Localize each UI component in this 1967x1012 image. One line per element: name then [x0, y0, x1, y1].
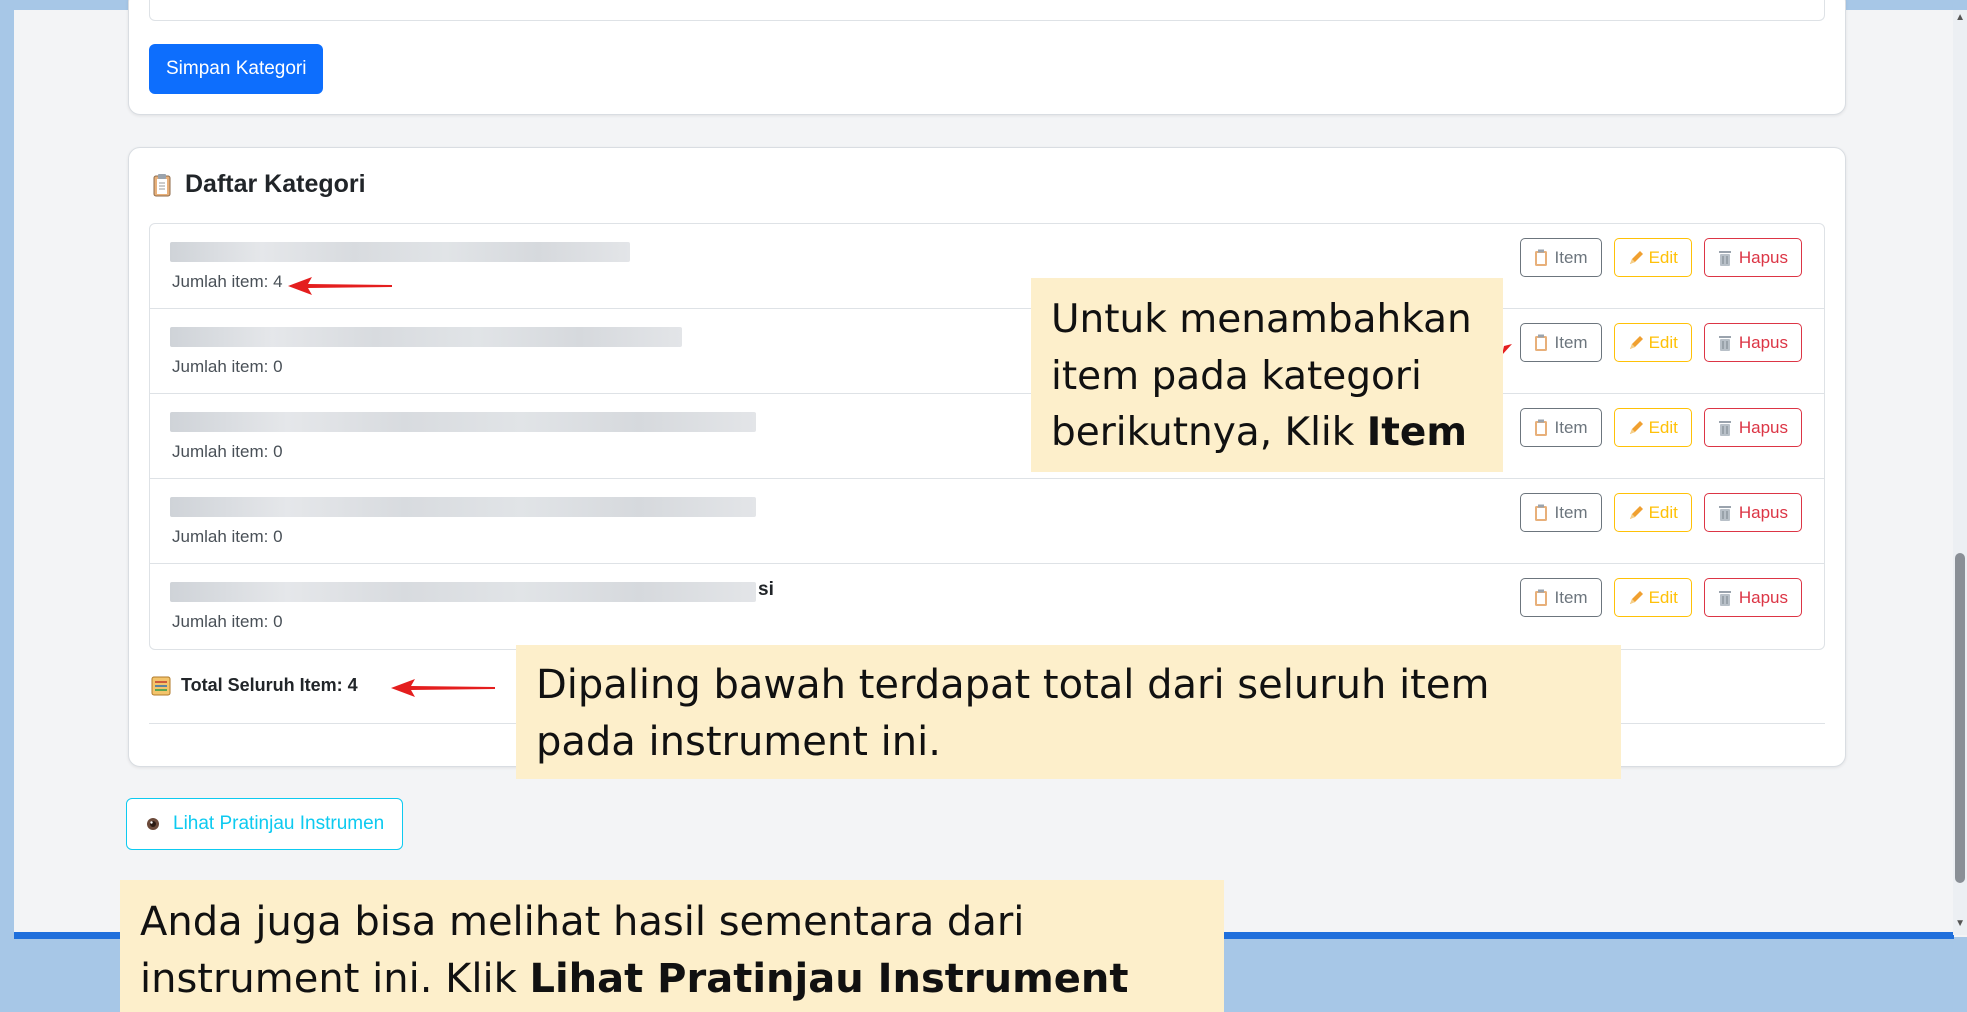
edit-button[interactable]: Edit — [1613, 238, 1692, 277]
list-title: Daftar Kategori — [185, 170, 366, 198]
list-item: Jumlah item: 0 Item Edit Hapus — [150, 479, 1824, 564]
clipboard-icon — [1534, 589, 1548, 607]
item-count: Jumlah item: 0 — [172, 442, 283, 461]
clipboard-icon — [1534, 249, 1548, 267]
list-item: si Jumlah item: 0 Item Edit Hapus — [150, 564, 1824, 649]
edit-button[interactable]: Edit — [1613, 493, 1692, 532]
item-button[interactable]: Item — [1519, 238, 1602, 277]
arrow-icon — [288, 277, 392, 295]
delete-button[interactable]: Hapus — [1703, 408, 1802, 447]
delete-button[interactable]: Hapus — [1703, 323, 1802, 362]
item-count: Jumlah item: 0 — [172, 527, 283, 546]
list-item: Jumlah item: 0 Item Edit Hapus — [150, 394, 1824, 479]
annotation-item-hint: Untuk menambahkan item pada kategori ber… — [1031, 278, 1503, 472]
trash-icon — [1718, 589, 1732, 607]
redacted-category-name — [170, 497, 756, 517]
list-item: Jumlah item: 4 Item Edit Hapus — [150, 224, 1824, 309]
item-count: Jumlah item: 0 — [172, 357, 283, 376]
redacted-category-name — [170, 242, 630, 262]
total-items: Total Seluruh Item: 4 — [151, 675, 358, 696]
delete-button[interactable]: Hapus — [1703, 578, 1802, 617]
pencil-icon — [1628, 249, 1643, 267]
pencil-icon — [1628, 419, 1643, 437]
pencil-icon — [1628, 589, 1643, 607]
clipboard-icon — [1534, 419, 1548, 437]
list-item: Jumlah item: 0 Item Edit Hapus — [150, 309, 1824, 394]
clipboard-icon — [1534, 334, 1548, 352]
edit-button[interactable]: Edit — [1613, 408, 1692, 447]
ledger-icon — [151, 676, 171, 696]
category-list: Jumlah item: 4 Item Edit Hapus Jumlah it… — [149, 223, 1825, 650]
edit-button[interactable]: Edit — [1613, 323, 1692, 362]
row-actions: Item Edit Hapus — [1519, 323, 1802, 362]
eye-icon — [145, 816, 161, 832]
item-count: Jumlah item: 4 — [172, 272, 283, 291]
delete-button[interactable]: Hapus — [1703, 238, 1802, 277]
annotation-preview-hint: Anda juga bisa melihat hasil sementara d… — [120, 880, 1224, 1012]
clipboard-icon — [1534, 504, 1548, 522]
pencil-icon — [1628, 504, 1643, 522]
row-actions: Item Edit Hapus — [1519, 578, 1802, 617]
preview-label: Lihat Pratinjau Instrumen — [173, 813, 385, 834]
edit-button[interactable]: Edit — [1613, 578, 1692, 617]
scroll-up-icon[interactable]: ▲ — [1955, 12, 1965, 23]
list-heading: Daftar Kategori — [153, 170, 366, 199]
trash-icon — [1718, 334, 1732, 352]
trash-icon — [1718, 419, 1732, 437]
scrollbar-thumb[interactable] — [1955, 553, 1965, 883]
save-category-button[interactable]: Simpan Kategori — [149, 44, 324, 94]
redacted-category-name — [170, 412, 756, 432]
category-input-field[interactable] — [149, 0, 1825, 21]
redacted-category-name — [170, 582, 756, 602]
item-button[interactable]: Item — [1519, 408, 1602, 447]
item-button[interactable]: Item — [1519, 493, 1602, 532]
delete-button[interactable]: Hapus — [1703, 493, 1802, 532]
preview-instrument-button[interactable]: Lihat Pratinjau Instrumen — [126, 798, 404, 850]
row-actions: Item Edit Hapus — [1519, 493, 1802, 532]
total-label: Total Seluruh Item: 4 — [181, 675, 358, 695]
category-name-tail: si — [758, 579, 774, 600]
row-actions: Item Edit Hapus — [1519, 238, 1802, 277]
clipboard-icon — [153, 173, 171, 197]
category-form-card: Simpan Kategori — [128, 0, 1846, 115]
trash-icon — [1718, 504, 1732, 522]
trash-icon — [1718, 249, 1732, 267]
redacted-category-name — [170, 327, 682, 347]
scroll-down-icon[interactable]: ▼ — [1955, 918, 1965, 929]
item-button[interactable]: Item — [1519, 323, 1602, 362]
row-actions: Item Edit Hapus — [1519, 408, 1802, 447]
arrow-icon — [391, 679, 495, 697]
pencil-icon — [1628, 334, 1643, 352]
item-button[interactable]: Item — [1519, 578, 1602, 617]
item-count: Jumlah item: 0 — [172, 612, 283, 631]
annotation-total-hint: Dipaling bawah terdapat total dari selur… — [516, 645, 1621, 779]
